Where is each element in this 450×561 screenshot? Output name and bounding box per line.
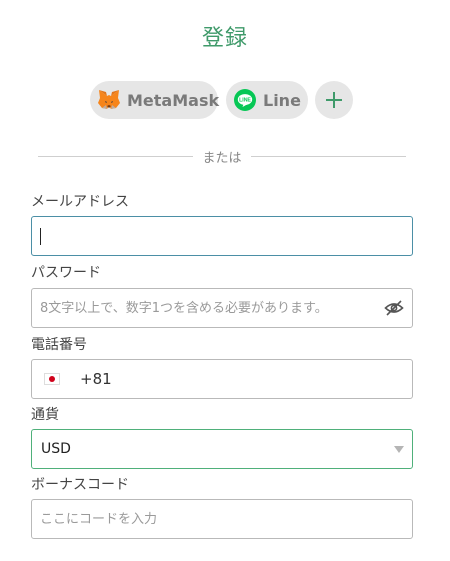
bonus-code-label: ボーナスコード xyxy=(31,477,129,493)
eye-hidden-icon[interactable] xyxy=(384,299,404,321)
line-button[interactable]: LINE Line xyxy=(226,81,308,119)
more-login-options-button[interactable] xyxy=(315,81,353,119)
line-logo-text: LINE xyxy=(239,98,251,104)
or-divider: または xyxy=(38,146,406,166)
password-label: パスワード xyxy=(31,265,101,281)
social-login-row: MetaMask LINE Line xyxy=(0,81,450,119)
email-input[interactable] xyxy=(32,217,412,255)
password-field[interactable] xyxy=(31,288,413,328)
page-title: 登録 xyxy=(201,26,248,51)
bonus-code-field[interactable] xyxy=(31,499,413,539)
metamask-label: MetaMask xyxy=(127,90,220,110)
password-input[interactable] xyxy=(32,289,412,327)
line-logo-icon: LINE xyxy=(233,88,257,112)
currency-label: 通貨 xyxy=(31,407,59,423)
phone-label: 電話番号 xyxy=(31,337,87,353)
currency-select[interactable]: USD xyxy=(31,429,413,469)
plus-icon xyxy=(324,90,344,110)
currency-selected-value: USD xyxy=(41,441,71,457)
email-label: メールアドレス xyxy=(31,194,129,210)
line-label: Line xyxy=(263,90,301,110)
japan-flag-icon[interactable] xyxy=(44,373,60,385)
bonus-code-input[interactable] xyxy=(32,500,412,538)
metamask-fox-icon xyxy=(97,88,121,112)
chevron-down-icon xyxy=(394,446,404,453)
phone-country-code: +81 xyxy=(80,370,112,388)
metamask-button[interactable]: MetaMask xyxy=(90,81,220,119)
divider-line-right xyxy=(251,156,406,157)
phone-field[interactable]: +81 xyxy=(31,359,413,399)
text-caret xyxy=(40,228,41,245)
email-field[interactable] xyxy=(31,216,413,256)
